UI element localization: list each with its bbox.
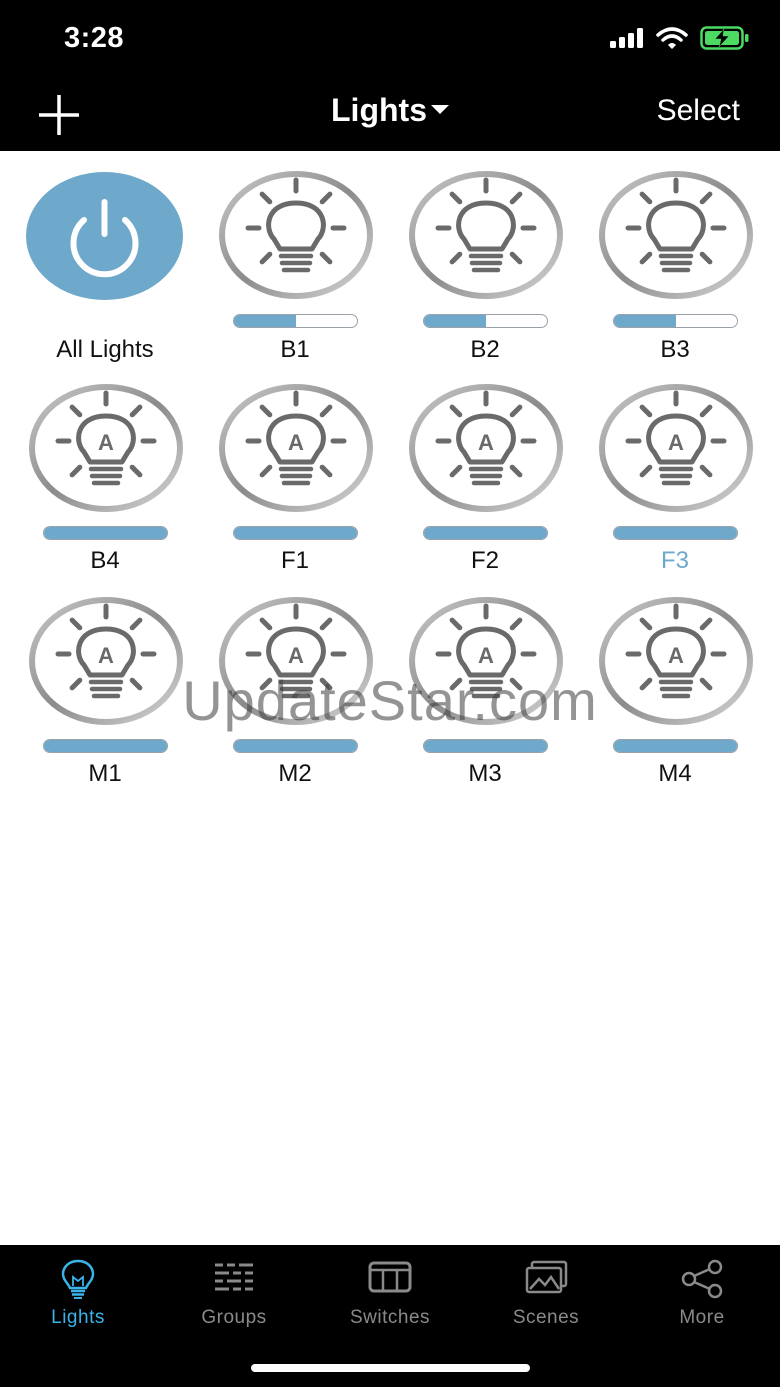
svg-text:A: A: [668, 430, 684, 455]
tab-scenes-label: Scenes: [512, 1307, 580, 1328]
brightness-bar[interactable]: [233, 314, 358, 328]
brightness-bar[interactable]: [613, 739, 738, 753]
nav-bar: Lights Select: [0, 78, 780, 151]
light-tile-f2[interactable]: A F2: [390, 364, 580, 574]
tab-groups-label: Groups: [201, 1307, 267, 1328]
light-tile-b2[interactable]: B2: [390, 151, 580, 363]
light-tile-b1[interactable]: B1: [200, 151, 390, 363]
light-tile-b3[interactable]: B3: [580, 151, 770, 363]
tab-lights-label: Lights: [51, 1307, 105, 1328]
tab-switches[interactable]: Switches: [312, 1259, 468, 1349]
light-label: B1: [280, 336, 310, 363]
share-icon: [681, 1259, 723, 1299]
brightness-bar[interactable]: [423, 314, 548, 328]
bulb-icon: [599, 171, 753, 299]
lightbulb-icon: [61, 1259, 95, 1299]
brightness-fill: [424, 315, 486, 327]
light-label: M2: [278, 760, 312, 787]
svg-text:A: A: [288, 430, 304, 455]
wifi-icon: [656, 27, 688, 49]
light-tile-f3[interactable]: A F3: [580, 364, 770, 574]
status-icons: [610, 26, 750, 50]
light-label: M3: [468, 760, 502, 787]
groups-icon: [215, 1263, 253, 1291]
status-bar: 3:28: [0, 0, 780, 78]
brightness-bar[interactable]: [423, 739, 548, 753]
caret-down-icon: [430, 105, 449, 115]
watermark-text: UpdateStar.com: [182, 669, 598, 732]
brightness-fill: [234, 740, 357, 752]
brightness-fill: [234, 315, 296, 327]
status-time: 3:28: [64, 22, 125, 54]
tab-more[interactable]: More: [624, 1259, 780, 1349]
brightness-bar[interactable]: [613, 314, 738, 328]
svg-text:A: A: [288, 643, 304, 668]
light-label: B2: [470, 336, 500, 363]
bulb-icon: [219, 171, 373, 299]
auto-bulb-icon: A: [599, 384, 753, 512]
svg-text:A: A: [98, 643, 114, 668]
tab-groups[interactable]: Groups: [156, 1259, 312, 1349]
nav-title: Lights: [331, 92, 427, 128]
tab-switches-label: Switches: [349, 1307, 431, 1328]
brightness-bar[interactable]: [43, 526, 168, 540]
brightness-fill: [234, 527, 357, 539]
brightness-bar[interactable]: [233, 526, 358, 540]
tab-lights[interactable]: Lights: [0, 1259, 156, 1349]
brightness-bar[interactable]: [423, 526, 548, 540]
svg-text:A: A: [478, 643, 494, 668]
all-lights-label: All Lights: [56, 336, 154, 363]
light-tile-b4[interactable]: A B4: [10, 364, 200, 574]
brightness-fill: [44, 740, 167, 752]
scenes-icon: [525, 1260, 568, 1294]
brightness-fill: [614, 315, 676, 327]
brightness-fill: [44, 527, 167, 539]
brightness-fill: [614, 527, 737, 539]
brightness-bar[interactable]: [613, 526, 738, 540]
auto-bulb-icon: A: [409, 384, 563, 512]
light-label: B3: [660, 336, 690, 363]
brightness-fill: [614, 740, 737, 752]
light-label: F2: [470, 547, 499, 574]
tab-more-label: More: [679, 1307, 725, 1328]
svg-text:A: A: [98, 430, 114, 455]
svg-text:A: A: [668, 643, 684, 668]
light-label: B4: [90, 547, 120, 574]
switches-icon: [368, 1261, 412, 1293]
light-label: M1: [88, 760, 122, 787]
all-lights-tile: All Lights: [10, 151, 200, 363]
light-label: M4: [658, 760, 692, 787]
brightness-fill: [424, 527, 547, 539]
light-label: F3: [660, 547, 689, 574]
signal-icon: [610, 28, 643, 48]
brightness-fill: [424, 740, 547, 752]
select-button[interactable]: Select: [657, 94, 740, 128]
brightness-bar[interactable]: [43, 739, 168, 753]
battery-charging-icon: [700, 26, 749, 50]
svg-text:A: A: [478, 430, 494, 455]
brightness-bar[interactable]: [233, 739, 358, 753]
auto-bulb-icon: A: [219, 384, 373, 512]
light-tile-f1[interactable]: A F1: [200, 364, 390, 574]
auto-bulb-icon: A: [29, 384, 183, 512]
light-label: F1: [280, 547, 309, 574]
tab-scenes[interactable]: Scenes: [468, 1259, 624, 1349]
bulb-icon: [409, 171, 563, 299]
home-indicator: [251, 1364, 530, 1372]
